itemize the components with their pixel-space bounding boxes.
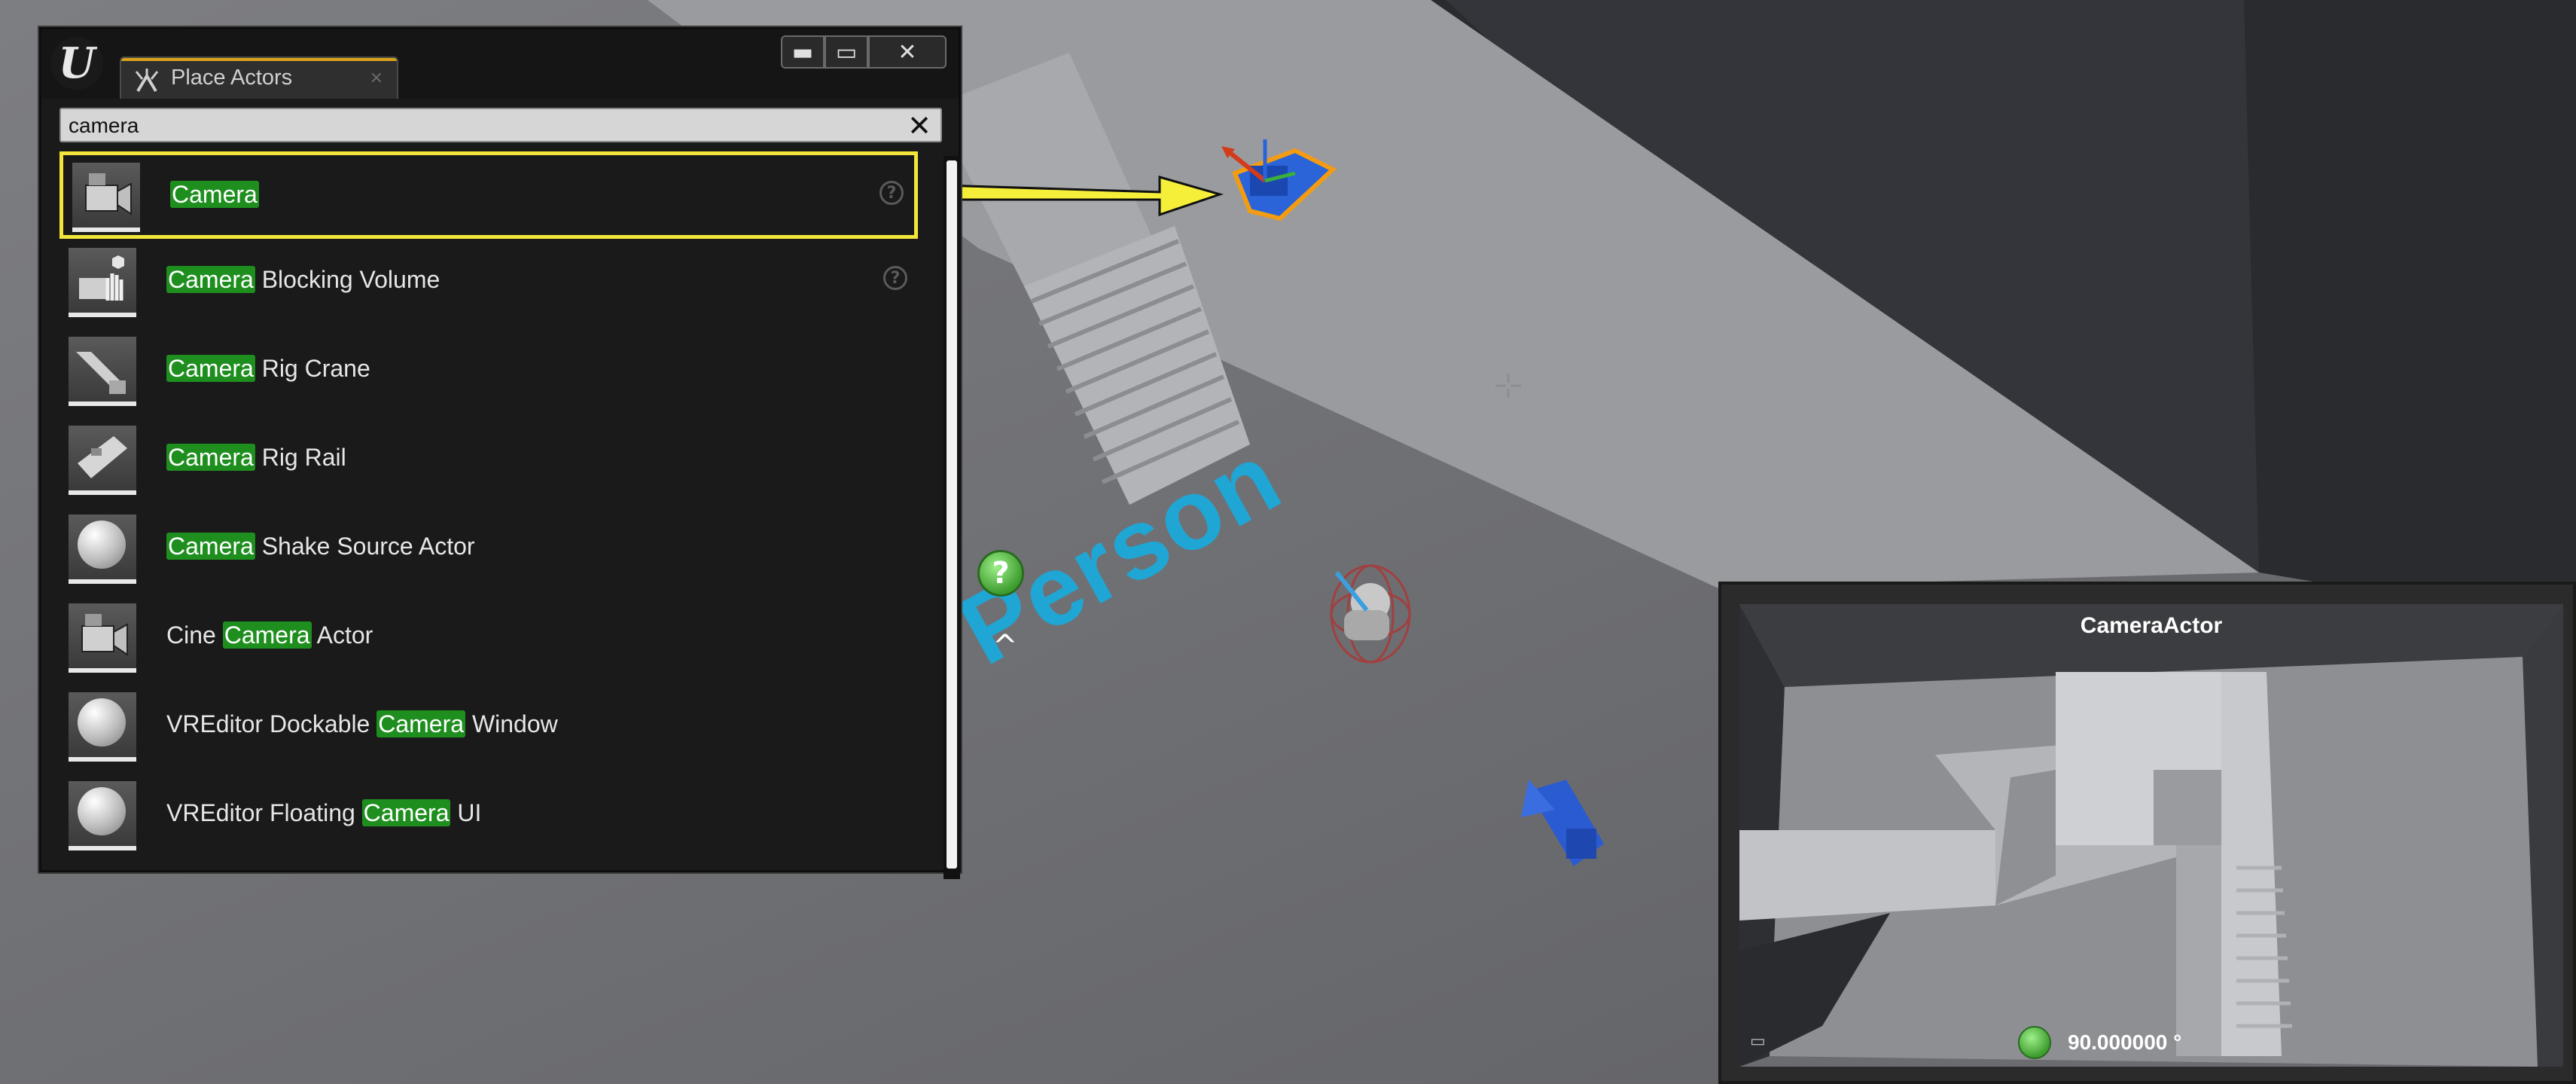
list-item-label: Camera Blocking Volume	[166, 266, 440, 294]
list-item-selected[interactable]: Camera?	[59, 151, 918, 239]
sphere-icon	[69, 781, 136, 850]
place-actors-window: U Place Actors × ▬ ▭ ✕ camera ✕ Camera? C…	[39, 27, 963, 879]
list-item-label: Camera Rig Rail	[166, 444, 346, 472]
sphere-icon	[69, 692, 136, 762]
close-button[interactable]: ✕	[868, 35, 947, 69]
label-prefix: VREditor Floating	[166, 799, 362, 826]
caret-marker-icon: ^	[992, 629, 1018, 664]
list-item[interactable]: VREditor Dockable Camera Window	[59, 685, 918, 772]
sphere-shape	[78, 698, 126, 747]
list-item[interactable]: VREditor Floating Camera UI	[59, 774, 918, 861]
camera-preview-panel: CameraActor ▭ 90.000000 °	[1718, 582, 2576, 1084]
maximize-button[interactable]: ▭	[825, 35, 868, 69]
preview-title: CameraActor	[2080, 613, 2223, 638]
search-input[interactable]: camera ✕	[59, 108, 942, 142]
list-item-label: Cine Camera Actor	[166, 621, 373, 649]
search-match-highlight: Camera	[166, 444, 255, 471]
label-suffix: Actor	[311, 621, 373, 649]
search-match-highlight: Camera	[376, 710, 466, 737]
list-item[interactable]: Camera Blocking Volume?	[59, 240, 918, 328]
label-suffix: Blocking Volume	[255, 266, 441, 293]
tab-close-icon[interactable]: ×	[370, 69, 383, 87]
window-titlebar[interactable]: U Place Actors × ▬ ▭ ✕	[41, 29, 959, 99]
help-icon[interactable]: ?	[879, 181, 904, 205]
label-suffix: Window	[465, 710, 558, 737]
help-icon[interactable]: ?	[883, 266, 907, 290]
actor-list: Camera? Camera Blocking Volume? Camera Rig…	[59, 151, 963, 879]
tab-place-actors[interactable]: Place Actors ×	[120, 56, 398, 99]
rig-rail-icon	[69, 426, 136, 495]
label-suffix: Rig Rail	[255, 444, 346, 471]
search-match-highlight: Camera	[166, 266, 255, 293]
tab-label: Place Actors	[171, 66, 293, 90]
search-match-highlight: Camera	[222, 621, 312, 649]
camera-preview-icon: ▭	[1750, 1032, 1766, 1051]
list-item-label: VREditor Dockable Camera Window	[166, 710, 558, 738]
list-item[interactable]: Camera Rig Crane	[59, 329, 918, 417]
list-item[interactable]: Camera Shake Source Actor	[59, 507, 918, 594]
label-suffix: UI	[450, 799, 482, 826]
fov-icon	[2018, 1026, 2051, 1059]
minimize-button[interactable]: ▬	[781, 35, 825, 69]
search-input-value: camera	[69, 114, 139, 137]
label-prefix: Cine	[166, 621, 223, 649]
sphere-shape	[78, 521, 126, 569]
sphere-shape	[78, 787, 126, 835]
list-item[interactable]: Cine Camera Actor	[59, 596, 918, 683]
unreal-logo-icon: U	[50, 37, 103, 90]
label-suffix: Shake Source Actor	[255, 533, 475, 560]
clear-search-icon[interactable]: ✕	[907, 109, 931, 142]
list-item-label: Camera	[170, 181, 259, 209]
preview-scene	[1739, 604, 2563, 1067]
search-match-highlight: Camera	[166, 533, 255, 560]
cine-camera-icon	[69, 603, 136, 673]
label-suffix: Rig Crane	[255, 355, 370, 382]
sphere-icon	[69, 515, 136, 584]
list-item[interactable]: Camera Rig Rail	[59, 418, 918, 505]
list-item-label: Camera Rig Crane	[166, 355, 370, 383]
camera-preview-viewport: CameraActor ▭ 90.000000 °	[1739, 604, 2563, 1067]
fov-readout: 90.000000 °	[2018, 1026, 2181, 1059]
label-prefix: VREditor Dockable	[166, 710, 377, 737]
list-item-label: VREditor Floating Camera UI	[166, 799, 481, 827]
list-item-label: Camera Shake Source Actor	[166, 533, 475, 560]
camera-blocking-volume-icon	[69, 248, 136, 317]
search-match-highlight: Camera	[361, 799, 451, 826]
rig-crane-icon	[69, 337, 136, 406]
help-marker-icon: ?	[977, 550, 1024, 597]
list-scrollbar[interactable]	[944, 156, 960, 879]
camera-icon	[72, 163, 140, 232]
place-actors-icon	[135, 69, 159, 93]
search-match-highlight: Camera	[166, 355, 255, 382]
scrollbar-thumb[interactable]	[947, 160, 957, 869]
search-match-highlight: Camera	[170, 181, 259, 208]
fov-value: 90.000000 °	[2068, 1031, 2182, 1054]
